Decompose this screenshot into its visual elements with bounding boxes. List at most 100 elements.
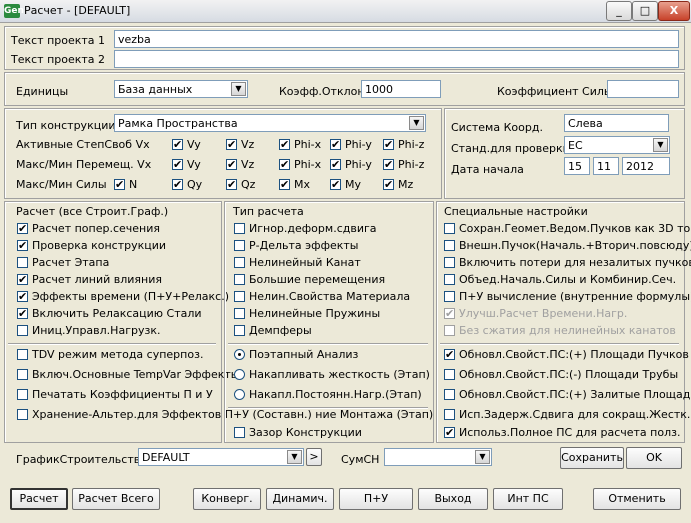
checkbox-icon[interactable]	[444, 257, 455, 268]
pu-button[interactable]: П+У	[339, 488, 413, 510]
checkbox-icon[interactable]	[17, 272, 28, 288]
type-ignore-shear[interactable]: Игнор.деформ.сдвига	[234, 221, 377, 237]
checkbox-icon[interactable]	[383, 177, 394, 193]
minimize-button[interactable]: _	[606, 1, 632, 21]
special-full-section-creep[interactable]: Использ.Полное ПС для расчета полз.	[444, 425, 680, 441]
special-update-duct-area[interactable]: Обновл.Свойст.ПС:(-) Площади Трубы	[444, 367, 678, 383]
forces-qy[interactable]: Qy	[172, 177, 202, 193]
checkbox-icon[interactable]	[383, 157, 394, 173]
radio-icon[interactable]	[234, 389, 245, 400]
calc-tempvar-effects[interactable]: Включ.Основные TempVar Эффекты	[17, 367, 239, 383]
close-button[interactable]: X	[658, 1, 690, 21]
maxmin-disp-phix[interactable]: Phi-x	[279, 157, 321, 173]
schedule-more-button[interactable]: >	[306, 448, 322, 466]
checkbox-icon[interactable]	[234, 223, 245, 234]
checkbox-icon[interactable]	[172, 137, 183, 153]
calc-steel-relaxation[interactable]: Включить Релаксацию Стали	[17, 306, 202, 322]
checkbox-icon[interactable]	[234, 427, 245, 438]
converge-button[interactable]: Конверг.	[193, 488, 261, 510]
checkbox-icon[interactable]	[330, 157, 341, 173]
special-combine-initial-forces[interactable]: Объед.Началь.Силы и Комбинир.Сеч.	[444, 272, 676, 288]
radio-accumulate-stiffness[interactable]: Накапливать жесткость (Этап)	[234, 367, 430, 383]
checkbox-icon[interactable]	[17, 238, 28, 254]
save-button[interactable]: Сохранить	[560, 447, 624, 469]
checkbox-icon[interactable]	[17, 349, 28, 360]
checkbox-icon[interactable]	[330, 137, 341, 153]
checkbox-icon[interactable]	[444, 240, 455, 251]
chevron-down-icon[interactable]: ▼	[653, 138, 668, 152]
type-p-delta[interactable]: Р-Дельта эффекты	[234, 238, 358, 254]
active-dof-vz[interactable]: Vz	[226, 137, 254, 153]
calc-influence-lines[interactable]: Расчет линий влияния	[17, 272, 162, 288]
checkbox-icon[interactable]	[172, 157, 183, 173]
calc-print-coefficients[interactable]: Печатать Коэффициенты П и У	[17, 387, 213, 403]
checkbox-icon[interactable]	[234, 291, 245, 302]
checkbox-icon[interactable]	[17, 306, 28, 322]
special-external-tendon[interactable]: Внешн.Пучок(Началь.+Вторич.повсюду)	[444, 238, 691, 254]
checkbox-icon[interactable]	[234, 308, 245, 319]
calc-stage[interactable]: Расчет Этапа	[17, 255, 109, 271]
checkbox-icon[interactable]	[383, 137, 394, 153]
dynamic-button[interactable]: Динамич.	[266, 488, 334, 510]
checkbox-icon[interactable]	[234, 274, 245, 285]
coef-input[interactable]: 1000	[361, 80, 441, 98]
special-update-grouted-area[interactable]: Обновл.Свойст.ПС:(+) Залитые Площади	[444, 387, 691, 403]
checkbox-icon[interactable]	[114, 177, 125, 193]
start-month-input[interactable]: 11	[593, 157, 619, 175]
chevron-down-icon[interactable]: ▼	[409, 116, 424, 130]
forces-mz[interactable]: Mz	[383, 177, 413, 193]
chevron-down-icon[interactable]: ▼	[475, 450, 490, 464]
checkbox-icon[interactable]	[226, 137, 237, 153]
checkbox-icon[interactable]	[330, 177, 341, 193]
calc-time-effects[interactable]: Эффекты времени (П+У+Релакс.)	[17, 289, 229, 305]
special-losses-ungrouted[interactable]: Включить потери для незалитых пучков	[444, 255, 691, 271]
type-dampers[interactable]: Демпферы	[234, 323, 312, 339]
checkbox-icon[interactable]	[444, 223, 455, 234]
checkbox-icon[interactable]	[444, 347, 455, 363]
radio-icon[interactable]	[234, 349, 245, 360]
checkbox-icon[interactable]	[17, 325, 28, 336]
calc-tdv-superposition[interactable]: TDV режим метода суперпоз.	[17, 347, 203, 363]
checkbox-icon[interactable]	[17, 369, 28, 380]
forces-mx[interactable]: Mx	[279, 177, 310, 193]
active-dof-phix[interactable]: Phi-x	[279, 137, 321, 153]
force-coef-input[interactable]	[607, 80, 679, 98]
checkbox-icon[interactable]	[444, 389, 455, 400]
start-year-input[interactable]: 2012	[622, 157, 670, 175]
ok-button[interactable]: OK	[626, 447, 682, 469]
chevron-down-icon[interactable]: ▼	[287, 450, 302, 464]
exit-button[interactable]: Выход	[418, 488, 488, 510]
chevron-down-icon[interactable]: ▼	[231, 82, 246, 96]
project-text1-input[interactable]: vezba	[114, 30, 679, 48]
radio-icon[interactable]	[234, 369, 245, 380]
checkbox-icon[interactable]	[279, 137, 290, 153]
standard-select[interactable]: EC ▼	[564, 136, 670, 154]
radio-accumulate-permanent-load[interactable]: Накапл.Постоянн.Нагр.(Этап)	[234, 387, 422, 403]
units-select[interactable]: База данных ▼	[114, 80, 248, 98]
checkbox-icon[interactable]	[444, 291, 455, 302]
special-save-geometry[interactable]: Сохран.Геомет.Ведом.Пучков как 3D точки	[444, 221, 691, 237]
type-structure-gap[interactable]: Зазор Конструкции	[234, 425, 362, 441]
construction-type-select[interactable]: Рамка Пространства ▼	[114, 114, 426, 132]
special-shear-lag[interactable]: Исп.Задерж.Сдвига для сокращ.Жестк.	[444, 407, 690, 423]
type-nonlinear-material[interactable]: Нелин.Свойства Материала	[234, 289, 410, 305]
checkbox-icon[interactable]	[444, 425, 455, 441]
coord-system-input[interactable]: Слева	[564, 114, 669, 132]
int-ps-button[interactable]: Инт ПС	[493, 488, 563, 510]
checkbox-icon[interactable]	[172, 177, 183, 193]
calc-button[interactable]: Расчет	[10, 488, 68, 510]
checkbox-icon[interactable]	[444, 274, 455, 285]
checkbox-icon[interactable]	[279, 157, 290, 173]
project-text2-input[interactable]	[114, 50, 679, 68]
calc-cross-section[interactable]: Расчет попер.сечения	[17, 221, 160, 237]
forces-n[interactable]: N	[114, 177, 137, 193]
checkbox-icon[interactable]	[17, 409, 28, 420]
type-large-displacements[interactable]: Большие перемещения	[234, 272, 385, 288]
active-dof-phiz[interactable]: Phi-z	[383, 137, 424, 153]
special-update-tendon-area[interactable]: Обновл.Свойст.ПС:(+) Площади Пучков	[444, 347, 689, 363]
checkbox-icon[interactable]	[234, 257, 245, 268]
type-nonlinear-cable[interactable]: Нелинейный Канат	[234, 255, 361, 271]
maxmin-disp-phiz[interactable]: Phi-z	[383, 157, 424, 173]
special-pu-calculation[interactable]: П+У вычисление (внутренние формулы)	[444, 289, 691, 305]
checkbox-icon[interactable]	[234, 240, 245, 251]
